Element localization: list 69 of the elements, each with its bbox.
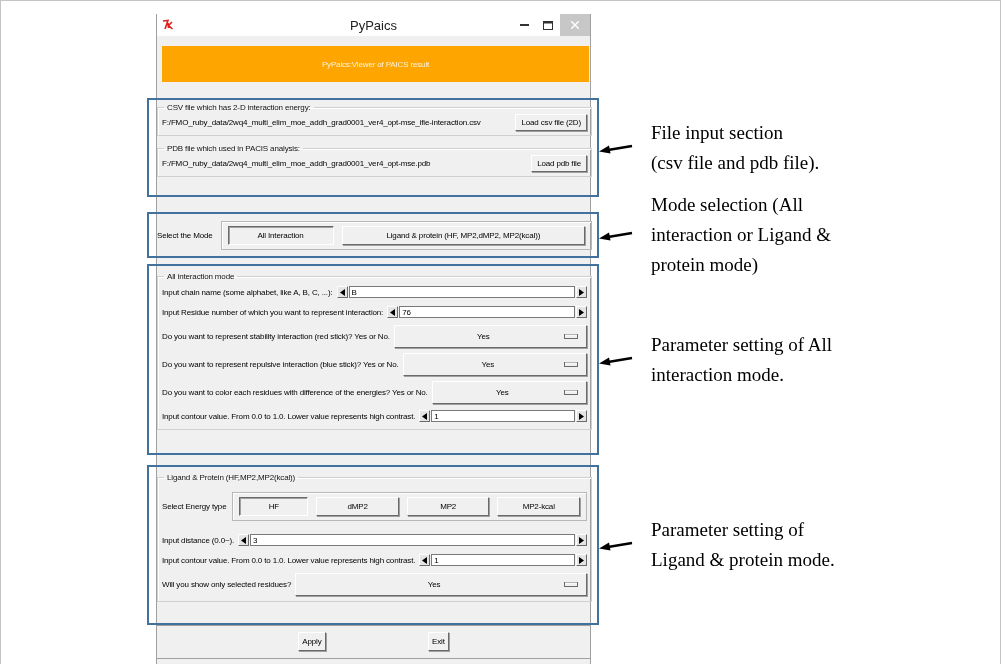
spin-field[interactable]: 3 — [250, 534, 575, 546]
right-triangle-icon — [579, 536, 584, 544]
window-title: PyPaics — [350, 17, 397, 33]
right-triangle-icon — [579, 556, 584, 564]
increment-button[interactable] — [576, 286, 587, 298]
left-triangle-icon — [339, 288, 345, 296]
energy-type-button[interactable]: dMP2 — [316, 497, 399, 516]
decrement-button[interactable] — [419, 410, 431, 422]
option-menu[interactable]: Yes — [402, 352, 587, 376]
action-button[interactable]: Apply — [298, 632, 326, 651]
increment-button[interactable] — [576, 410, 587, 422]
pointer-arrow — [599, 229, 633, 241]
increment-button[interactable] — [576, 306, 587, 318]
menu-indicator-icon — [564, 581, 578, 587]
spin-field[interactable]: 76 — [399, 306, 575, 318]
group-title: PDB file which used in PACIS analysis: — [166, 144, 301, 153]
right-triangle-icon — [579, 308, 584, 316]
group-title: All interaction mode — [166, 272, 236, 281]
mode-label: Select the Mode — [157, 230, 213, 240]
right-triangle-icon — [579, 288, 584, 296]
left-triangle-icon — [422, 556, 428, 564]
energy-type-button[interactable]: MP2-kcal — [497, 497, 580, 516]
decrement-button[interactable] — [336, 286, 348, 298]
action-button[interactable]: Exit — [428, 632, 449, 651]
header-banner: PyPaics:Viewer of PAICS result — [162, 46, 589, 82]
left-triangle-icon — [422, 412, 428, 420]
annotation-text: Parameter setting of All interaction mode. — [651, 332, 832, 387]
energy-type-button[interactable]: MP2 — [406, 497, 490, 516]
minimize-icon — [519, 24, 529, 26]
energy-type-button[interactable]: HF — [239, 497, 309, 516]
decrement-button[interactable] — [238, 534, 250, 546]
option-menu[interactable]: Yes — [295, 572, 587, 596]
field-label: Will you show only selected residues? — [162, 579, 292, 589]
maximize-icon — [543, 20, 553, 30]
menu-indicator-icon — [564, 361, 578, 367]
group-title: CSV file which has 2-D interaction energy: — [166, 103, 312, 112]
menu-indicator-icon — [564, 333, 578, 339]
option-menu[interactable]: Yes — [393, 324, 587, 348]
increment-button[interactable] — [576, 534, 587, 546]
field-label: Do you want to represent stability interaction (red stick)? Yes or No. — [162, 331, 390, 341]
pointer-arrow — [599, 539, 633, 551]
decrement-button[interactable] — [419, 554, 431, 566]
option-menu[interactable]: Yes — [431, 380, 587, 404]
field-label: Input Residue number of which you want to represent interaction: — [162, 307, 384, 317]
file-path: F:/FMO_ruby_data/2wq4_multi_elim_moe_addh_grad0001_ver4_opt-mse.pdb — [162, 159, 432, 168]
annotation-text: File input section (csv file and pdb file). — [651, 120, 820, 175]
field-label: Input contour value. From 0.0 to 1.0. Lower value represents high contrast. — [162, 555, 416, 565]
file-path: F:/FMO_ruby_data/2wq4_multi_elim_moe_addh_grad0001_ver4_opt-mse_ifie-interaction.csv — [162, 118, 482, 127]
increment-button[interactable] — [576, 554, 587, 566]
field-label: Do you want to represent repulsive interaction (blue stick)? Yes or No. — [162, 359, 399, 369]
decrement-button[interactable] — [387, 306, 399, 318]
spin-field[interactable]: 1 — [431, 410, 575, 422]
spin-field[interactable]: 1 — [431, 554, 575, 566]
annotation-text: Parameter setting of Ligand & protein mode. — [651, 518, 835, 572]
field-label: Input contour value. From 0.0 to 1.0. Lower value represents high contrast. — [162, 411, 416, 421]
field-label: Do you want to color each residues with difference of the energies? Yes or No. — [162, 387, 428, 397]
group-title: Ligand & Protein (HF,MP2,MP2(kcal)) — [166, 473, 297, 482]
field-label: Input chain name (some alphabet, like A, B, C, ...): — [162, 287, 333, 297]
energy-type-label: Select Energy type — [162, 502, 227, 511]
left-triangle-icon — [241, 536, 247, 544]
right-triangle-icon — [579, 412, 584, 420]
load-file-button[interactable]: Load csv file (2D) — [515, 114, 587, 131]
field-label: Input distance (0.0~). — [162, 535, 235, 545]
spin-field[interactable]: B — [348, 286, 575, 298]
menu-indicator-icon — [564, 389, 578, 395]
close-icon — [571, 21, 579, 29]
annotation-text: Mode selection (All interaction or Ligand & protein mode) — [651, 193, 831, 277]
load-file-button[interactable]: Load pdb file — [531, 155, 587, 172]
left-triangle-icon — [390, 308, 396, 316]
